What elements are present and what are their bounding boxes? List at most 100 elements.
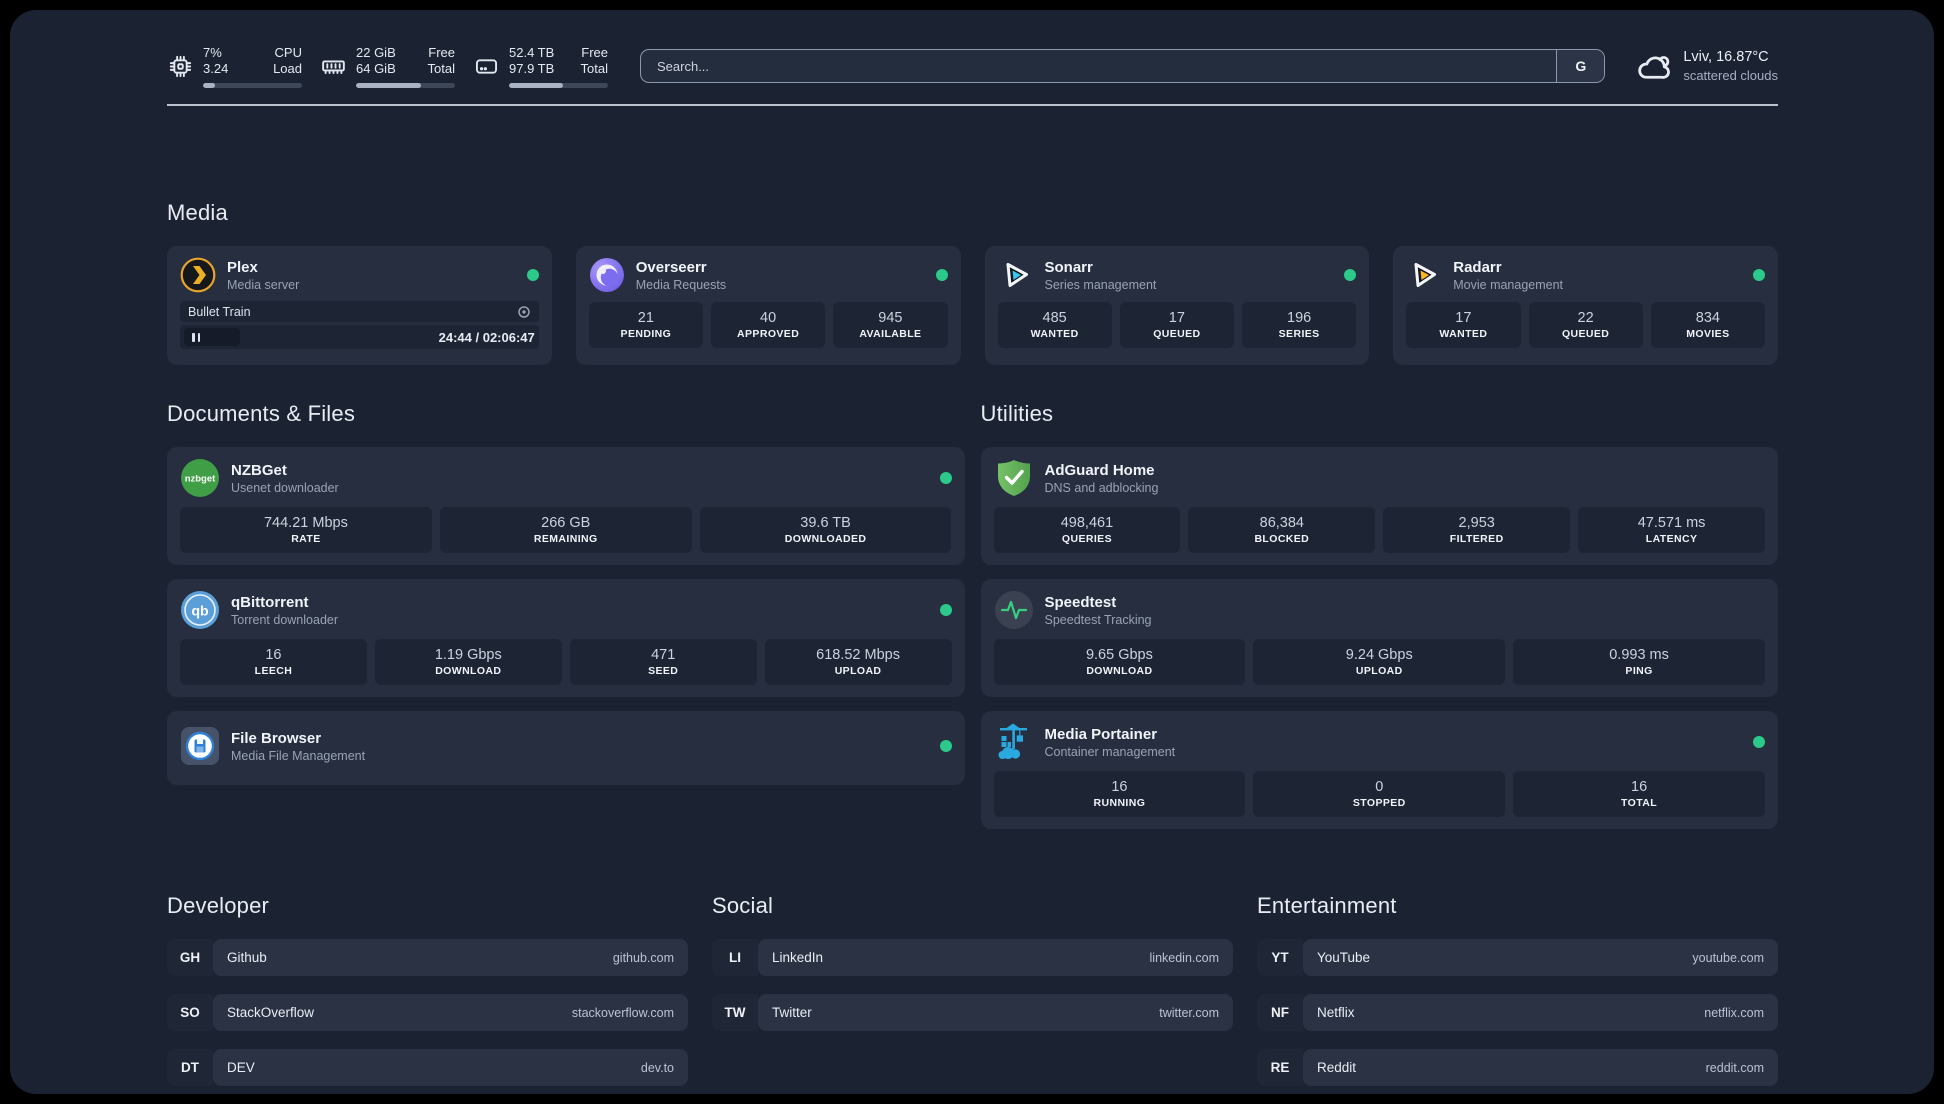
service-name: qBittorrent xyxy=(231,593,309,611)
service-card-radarr[interactable]: Radarr Movie management 17 WANTED 22 QUE… xyxy=(1393,246,1778,365)
stat-box: 39.6 TB DOWNLOADED xyxy=(699,507,952,553)
service-description: Media server xyxy=(227,277,300,292)
service-card-adguard-home[interactable]: AdGuard Home DNS and adblocking 498,461 … xyxy=(980,447,1778,565)
bookmark-url: youtube.com xyxy=(1692,950,1764,965)
weather-condition: scattered clouds xyxy=(1683,68,1778,83)
service-card-sonarr[interactable]: Sonarr Series management 485 WANTED 17 Q… xyxy=(984,246,1370,365)
status-dot xyxy=(1753,269,1765,281)
service-name: Radarr xyxy=(1453,258,1502,276)
service-name: NZBGet xyxy=(231,461,287,479)
cloud-icon xyxy=(1635,48,1672,85)
bookmark-netflix[interactable]: NF Netflix netflix.com xyxy=(1257,994,1778,1031)
memory-widget: 22 GiB 64 GiB Free Total xyxy=(320,45,455,88)
stat-box: 945 AVAILABLE xyxy=(833,302,948,348)
bookmark-linkedin[interactable]: LI LinkedIn linkedin.com xyxy=(712,939,1233,976)
stat-box: 834 MOVIES xyxy=(1650,302,1765,348)
stat-box: 86,384 BLOCKED xyxy=(1188,507,1376,553)
bookmark-stackoverflow[interactable]: SO StackOverflow stackoverflow.com xyxy=(167,994,688,1031)
stat-box: 16 TOTAL xyxy=(1513,771,1765,817)
memory-values: 22 GiB 64 GiB xyxy=(356,44,396,77)
disk-icon xyxy=(473,53,500,80)
service-name: Media Portainer xyxy=(1044,725,1158,743)
weather-widget: Lviv, 16.87°C scattered clouds xyxy=(1635,48,1778,85)
bookmark-reddit[interactable]: RE Reddit reddit.com xyxy=(1257,1049,1778,1086)
stat-box: 498,461 QUERIES xyxy=(993,507,1181,553)
bookmark-url: github.com xyxy=(612,950,674,965)
bookmark-twitter[interactable]: TW Twitter twitter.com xyxy=(712,994,1233,1031)
service-card-nzbget[interactable]: nzbget NZBGet Usenet downloader 744.21 M… xyxy=(167,447,965,565)
stat-box: 0.993 ms PING xyxy=(1513,639,1765,685)
bookmark-url: netflix.com xyxy=(1704,1005,1764,1020)
status-dot xyxy=(939,740,952,752)
bookmark-abbr: SO xyxy=(167,994,213,1031)
memory-labels: Free Total xyxy=(427,44,455,77)
section-developer: Developer GH Github github.com SO StackO… xyxy=(167,893,688,1094)
sonarr-icon xyxy=(998,257,1034,293)
now-playing-time: 24:44 / 02:06:47 xyxy=(438,329,535,345)
file-browser-icon xyxy=(180,726,220,766)
speedtest-icon xyxy=(994,590,1034,630)
cpu-values: 7% 3.24 xyxy=(203,44,229,77)
bookmark-abbr: LI xyxy=(712,939,758,976)
memory-progress-bar xyxy=(356,82,455,88)
bookmark-youtube[interactable]: YT YouTube youtube.com xyxy=(1257,939,1778,976)
service-card-speedtest[interactable]: Speedtest Speedtest Tracking 9.65 Gbps D… xyxy=(980,579,1778,697)
status-dot xyxy=(935,269,948,281)
weather-location-temp: Lviv, 16.87°C xyxy=(1683,49,1769,65)
bookmark-name: YouTube xyxy=(1317,950,1371,965)
section-utilities: Utilities AdGuard Home DNS and adblockin… xyxy=(980,401,1778,829)
bookmark-abbr: TW xyxy=(712,994,758,1031)
stat-box: 17 QUEUED xyxy=(1119,302,1234,348)
nzbget-icon: nzbget xyxy=(180,458,220,498)
now-playing-title: Bullet Train xyxy=(188,304,251,319)
cpu-widget: 7% 3.24 CPU Load xyxy=(167,45,302,88)
bookmark-abbr: YT xyxy=(1257,939,1303,976)
section-title-documents: Documents & Files xyxy=(167,401,356,426)
service-description: Usenet downloader xyxy=(231,480,339,495)
service-card-plex[interactable]: Plex Media server Bullet Train 24:44 / 0… xyxy=(167,246,552,365)
bookmark-url: stackoverflow.com xyxy=(571,1005,674,1020)
pause-button[interactable] xyxy=(184,328,240,346)
section-title-social: Social xyxy=(712,893,774,918)
bookmark-name: Reddit xyxy=(1317,1060,1357,1075)
cpu-icon xyxy=(167,53,194,80)
section-title-entertainment: Entertainment xyxy=(1257,893,1397,918)
now-playing-view-icon[interactable] xyxy=(517,305,531,319)
svg-text:nzbget: nzbget xyxy=(185,474,216,485)
service-card-qbittorrent[interactable]: qb qBittorrent Torrent downloader 16 LEE… xyxy=(167,579,965,697)
service-description: Speedtest Tracking xyxy=(1044,612,1152,627)
disk-values: 52.4 TB 97.9 TB xyxy=(509,44,555,77)
service-card-media-portainer[interactable]: Media Portainer Container management 16 … xyxy=(980,711,1778,829)
bookmark-name: LinkedIn xyxy=(772,950,824,965)
top-bar: 7% 3.24 CPU Load 22 GiB 64 GiB Free Tota… xyxy=(167,40,1778,92)
search-engine-button[interactable]: G xyxy=(1556,50,1605,82)
portainer-icon xyxy=(994,722,1034,762)
bookmark-dev[interactable]: DT DEV dev.to xyxy=(167,1049,688,1086)
svg-text:qb: qb xyxy=(191,603,208,619)
status-dot xyxy=(526,269,539,281)
section-entertainment: Entertainment YT YouTube youtube.com NF … xyxy=(1257,893,1778,1094)
stat-box: 0 STOPPED xyxy=(1253,771,1506,817)
dashboard: 7% 3.24 CPU Load 22 GiB 64 GiB Free Tota… xyxy=(10,10,1934,1094)
stat-box: 40 APPROVED xyxy=(711,302,826,348)
bookmark-name: Github xyxy=(227,950,267,965)
disk-progress-bar xyxy=(509,82,608,88)
cpu-labels: CPU Load xyxy=(273,44,302,77)
service-name: Overseerr xyxy=(635,258,707,276)
service-name: AdGuard Home xyxy=(1044,461,1155,479)
service-name: File Browser xyxy=(231,729,322,747)
stat-box: 16 RUNNING xyxy=(993,771,1246,817)
stat-box: 196 SERIES xyxy=(1242,302,1357,348)
bookmark-name: Twitter xyxy=(772,1005,812,1020)
stat-box: 21 PENDING xyxy=(588,302,703,348)
search-input[interactable] xyxy=(641,50,1557,82)
section-title-developer: Developer xyxy=(167,893,270,918)
status-dot xyxy=(939,472,952,484)
service-description: Media File Management xyxy=(231,748,366,763)
service-card-overseerr[interactable]: Overseerr Media Requests 21 PENDING 40 A… xyxy=(575,246,961,365)
bookmark-url: linkedin.com xyxy=(1149,950,1219,965)
bookmark-github[interactable]: GH Github github.com xyxy=(167,939,688,976)
service-card-file-browser[interactable]: File Browser Media File Management xyxy=(167,711,965,785)
service-description: Container management xyxy=(1044,744,1176,759)
section-social: Social LI LinkedIn linkedin.com TW Twitt… xyxy=(712,893,1233,1094)
